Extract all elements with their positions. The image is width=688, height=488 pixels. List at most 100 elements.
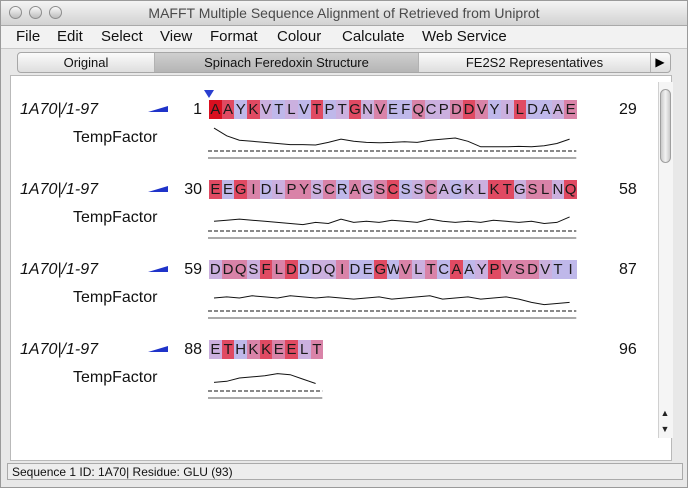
- menu-colour[interactable]: Colour: [277, 28, 321, 45]
- residue-cell[interactable]: E: [209, 180, 222, 199]
- residue-cell[interactable]: S: [412, 180, 425, 199]
- tab-next-arrow-icon[interactable]: ▶: [650, 53, 670, 72]
- residue-cell[interactable]: A: [538, 100, 552, 119]
- residue-cell[interactable]: Q: [412, 100, 425, 119]
- annotation-label[interactable]: TempFactor: [73, 369, 157, 387]
- residue-row[interactable]: ETHKKEELT: [209, 340, 324, 359]
- residue-cell[interactable]: G: [450, 180, 463, 199]
- residue-cell[interactable]: A: [209, 100, 222, 119]
- residue-cell[interactable]: S: [310, 180, 324, 199]
- residue-cell[interactable]: Y: [475, 260, 489, 279]
- residue-cell[interactable]: D: [526, 100, 539, 119]
- menu-view[interactable]: View: [160, 28, 192, 45]
- residue-cell[interactable]: K: [259, 340, 273, 359]
- menu-web-service[interactable]: Web Service: [422, 28, 507, 45]
- residue-row[interactable]: DDQSFLDDDQIDEGWVLTCAAYPVSDVTI: [209, 260, 577, 279]
- residue-cell[interactable]: L: [475, 180, 489, 199]
- residue-cell[interactable]: S: [247, 260, 260, 279]
- menu-select[interactable]: Select: [101, 28, 143, 45]
- residue-cell[interactable]: G: [373, 260, 387, 279]
- residue-cell[interactable]: N: [361, 100, 374, 119]
- residue-cell[interactable]: D: [526, 260, 539, 279]
- residue-cell[interactable]: D: [310, 260, 324, 279]
- tab-original[interactable]: Original: [18, 53, 155, 72]
- residue-cell[interactable]: C: [424, 100, 438, 119]
- sequence-name[interactable]: 1A70|/1-97: [20, 261, 98, 279]
- residue-cell[interactable]: V: [399, 260, 412, 279]
- residue-cell[interactable]: Y: [297, 180, 311, 199]
- residue-cell[interactable]: V: [297, 100, 311, 119]
- menu-edit[interactable]: Edit: [57, 28, 83, 45]
- residue-cell[interactable]: A: [437, 180, 451, 199]
- residue-cell[interactable]: C: [386, 180, 400, 199]
- residue-cell[interactable]: Q: [564, 180, 577, 199]
- residue-cell[interactable]: Y: [234, 100, 248, 119]
- residue-cell[interactable]: Q: [234, 260, 248, 279]
- sequence-name[interactable]: 1A70|/1-97: [20, 181, 98, 199]
- residue-cell[interactable]: E: [361, 260, 374, 279]
- residue-cell[interactable]: E: [209, 340, 222, 359]
- residue-cell[interactable]: K: [247, 340, 260, 359]
- annotation-label[interactable]: TempFactor: [73, 129, 157, 147]
- residue-cell[interactable]: S: [373, 180, 387, 199]
- residue-cell[interactable]: D: [221, 260, 235, 279]
- residue-cell[interactable]: F: [259, 260, 273, 279]
- annotation-label[interactable]: TempFactor: [73, 209, 157, 227]
- residue-cell[interactable]: P: [488, 260, 501, 279]
- residue-cell[interactable]: C: [323, 180, 336, 199]
- residue-cell[interactable]: L: [538, 180, 552, 199]
- residue-cell[interactable]: T: [310, 100, 324, 119]
- residue-cell[interactable]: V: [475, 100, 489, 119]
- menu-calculate[interactable]: Calculate: [342, 28, 405, 45]
- residue-cell[interactable]: R: [335, 180, 349, 199]
- residue-cell[interactable]: D: [450, 100, 463, 119]
- residue-cell[interactable]: L: [272, 180, 286, 199]
- residue-cell[interactable]: L: [412, 260, 425, 279]
- residue-cell[interactable]: H: [234, 340, 248, 359]
- residue-cell[interactable]: E: [272, 340, 286, 359]
- residue-cell[interactable]: S: [513, 260, 527, 279]
- residue-cell[interactable]: L: [272, 260, 286, 279]
- sequence-name[interactable]: 1A70|/1-97: [20, 341, 98, 359]
- residue-cell[interactable]: A: [450, 260, 463, 279]
- residue-cell[interactable]: T: [500, 180, 514, 199]
- residue-cell[interactable]: K: [488, 180, 501, 199]
- residue-cell[interactable]: I: [564, 260, 577, 279]
- residue-cell[interactable]: E: [285, 340, 298, 359]
- residue-cell[interactable]: T: [221, 340, 235, 359]
- residue-cell[interactable]: A: [221, 100, 235, 119]
- residue-cell[interactable]: V: [538, 260, 552, 279]
- residue-cell[interactable]: Q: [323, 260, 336, 279]
- residue-cell[interactable]: D: [209, 260, 222, 279]
- residue-cell[interactable]: E: [564, 100, 577, 119]
- residue-cell[interactable]: K: [462, 180, 476, 199]
- residue-cell[interactable]: D: [348, 260, 362, 279]
- residue-cell[interactable]: D: [462, 100, 476, 119]
- residue-cell[interactable]: G: [513, 180, 527, 199]
- residue-cell[interactable]: I: [247, 180, 260, 199]
- residue-cell[interactable]: S: [399, 180, 412, 199]
- residue-cell[interactable]: K: [247, 100, 260, 119]
- residue-cell[interactable]: D: [297, 260, 311, 279]
- residue-cell[interactable]: D: [285, 260, 298, 279]
- residue-cell[interactable]: V: [373, 100, 387, 119]
- residue-cell[interactable]: F: [399, 100, 412, 119]
- scroll-up-icon[interactable]: ▲: [658, 406, 672, 420]
- residue-row[interactable]: EEGIDLPYSCRAGSCSSCAGKLKTGSLNQ: [209, 180, 577, 199]
- residue-cell[interactable]: S: [526, 180, 539, 199]
- residue-cell[interactable]: P: [437, 100, 451, 119]
- residue-cell[interactable]: I: [335, 260, 349, 279]
- residue-cell[interactable]: I: [500, 100, 514, 119]
- residue-cell[interactable]: C: [424, 180, 438, 199]
- residue-cell[interactable]: T: [551, 260, 565, 279]
- residue-cell[interactable]: L: [513, 100, 527, 119]
- menu-file[interactable]: File: [16, 28, 40, 45]
- residue-cell[interactable]: V: [259, 100, 273, 119]
- menu-format[interactable]: Format: [210, 28, 258, 45]
- residue-cell[interactable]: T: [272, 100, 286, 119]
- residue-cell[interactable]: E: [386, 100, 400, 119]
- residue-cell[interactable]: G: [234, 180, 248, 199]
- sequence-name[interactable]: 1A70|/1-97: [20, 101, 98, 119]
- scroll-thumb[interactable]: [660, 89, 671, 163]
- residue-cell[interactable]: P: [285, 180, 298, 199]
